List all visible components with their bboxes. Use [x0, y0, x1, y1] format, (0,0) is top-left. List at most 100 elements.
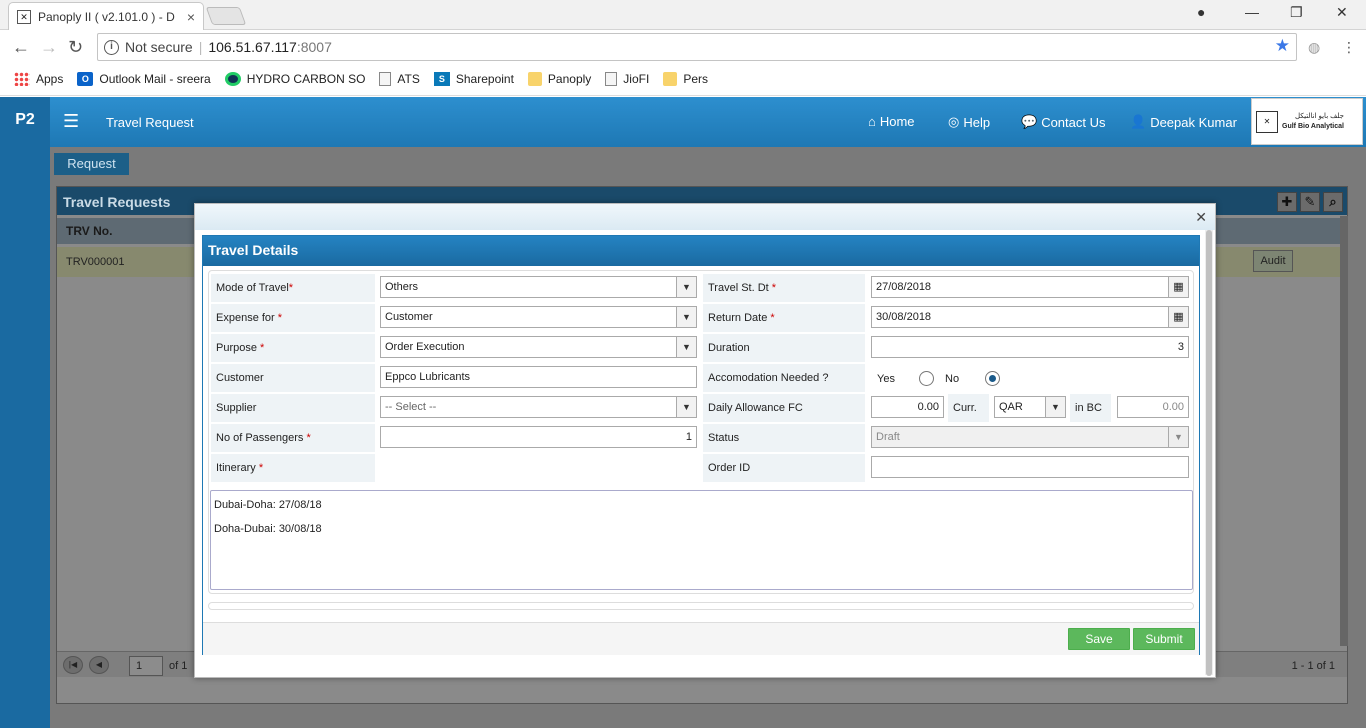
logo-arabic: جلف بايو انالتيكل: [1295, 112, 1344, 120]
chevron-down-icon[interactable]: ▼: [676, 277, 696, 297]
chevron-down-icon: ▼: [1168, 427, 1188, 447]
omnibar: ← → ↻ i Not secure | 106.51.67.117 :8007…: [0, 31, 1366, 63]
chevron-down-icon[interactable]: ▼: [676, 307, 696, 327]
bookmark-ats[interactable]: ATS: [379, 72, 420, 86]
bookmark-outlook[interactable]: O Outlook Mail - sreera: [77, 72, 211, 86]
nav-user-label: Deepak Kumar: [1150, 114, 1237, 130]
save-button[interactable]: Save: [1068, 628, 1130, 650]
new-tab-button[interactable]: [205, 7, 247, 25]
restore-icon[interactable]: ❐: [1290, 4, 1303, 21]
mode-label-text: Mode of Travel: [216, 282, 289, 294]
page-number-input[interactable]: 1: [129, 656, 163, 676]
chevron-down-icon[interactable]: ▼: [1045, 397, 1065, 417]
calendar-icon[interactable]: ▦: [1168, 307, 1188, 327]
bookmark-panoply[interactable]: Panoply: [527, 72, 592, 86]
company-logo: ✕ جلف بايو انالتيكل Gulf Bio Analytical: [1251, 98, 1363, 145]
duration-label: Duration: [703, 334, 865, 362]
chevron-down-icon[interactable]: ▼: [676, 337, 696, 357]
apps-icon: [14, 72, 30, 86]
grid-title-text: Travel Requests: [63, 194, 171, 210]
folder-icon: [663, 72, 678, 86]
menu-icon[interactable]: ⋮: [1342, 39, 1356, 56]
edit-icon[interactable]: ✎: [1300, 192, 1320, 212]
browser-tab[interactable]: ✕ Panoply II ( v2.101.0 ) - D ×: [8, 2, 204, 30]
bookmark-label: Outlook Mail - sreera: [99, 72, 211, 86]
supplier-select[interactable]: -- Select -- ▼: [380, 396, 697, 418]
chevron-down-icon[interactable]: ▼: [676, 397, 696, 417]
dialog-scroll-thumb[interactable]: [1206, 230, 1212, 676]
bookmark-label: Apps: [36, 72, 64, 86]
allowance-fc-input[interactable]: 0.00: [871, 396, 944, 418]
page-scrollbar[interactable]: [1340, 216, 1348, 646]
close-window-icon[interactable]: ✕: [1336, 4, 1348, 21]
prev-page-icon[interactable]: ◀: [89, 656, 109, 674]
reload-icon[interactable]: ↻: [68, 37, 83, 58]
info-icon[interactable]: i: [104, 39, 119, 55]
order-id-input[interactable]: [871, 456, 1189, 478]
return-date-input[interactable]: 30/08/2018 ▦: [871, 306, 1189, 328]
hamburger-menu-icon[interactable]: ☰: [63, 111, 79, 132]
start-date-value: 27/08/2018: [876, 281, 932, 293]
first-page-icon[interactable]: |◀: [63, 656, 83, 674]
bookmark-apps[interactable]: Apps: [14, 72, 63, 86]
nav-contact[interactable]: 💬 Contact Us: [1021, 114, 1106, 130]
expense-select[interactable]: Customer ▼: [380, 306, 697, 328]
bookmark-pers[interactable]: Pers: [663, 72, 708, 86]
grid-toolbar: ✚ ✎ ⌕: [1277, 192, 1343, 212]
file-icon: [605, 72, 618, 86]
help-icon: ◎: [948, 114, 960, 129]
submit-button[interactable]: Submit: [1133, 628, 1195, 650]
customer-input[interactable]: Eppco Lubricants: [380, 366, 697, 388]
security-label: Not secure: [125, 39, 193, 55]
profile-icon[interactable]: ●: [1197, 4, 1205, 20]
tab-request[interactable]: Request: [54, 153, 129, 175]
supplier-label: Supplier: [211, 394, 375, 422]
nav-help[interactable]: ◎ Help: [948, 114, 990, 130]
nav-home[interactable]: ⌂ Home: [868, 114, 915, 129]
nav-home-label: Home: [879, 114, 915, 129]
nav-help-label: Help: [963, 114, 991, 130]
forward-icon[interactable]: →: [40, 37, 58, 58]
travel-form: Mode of Travel* Expense for * Purpose * …: [208, 270, 1194, 594]
audit-button[interactable]: Audit: [1253, 250, 1293, 272]
bookmark-sharepoint[interactable]: S Sharepoint: [433, 72, 514, 86]
extension-icon[interactable]: ◍: [1308, 39, 1320, 56]
bookmark-jiofi[interactable]: JioFI: [605, 72, 649, 86]
file-icon: [379, 72, 392, 86]
currency-select[interactable]: QAR ▼: [994, 396, 1066, 418]
mode-select[interactable]: Others ▼: [380, 276, 697, 298]
calendar-icon[interactable]: ▦: [1168, 277, 1188, 297]
travel-details-panel: Travel Details Mode of Travel* Expense f…: [202, 235, 1200, 655]
browser-tab-title: Panoply II ( v2.101.0 ) - D: [38, 9, 175, 24]
bookmark-label: Panoply: [547, 72, 592, 86]
mode-label: Mode of Travel*: [211, 274, 375, 302]
back-icon[interactable]: ←: [12, 37, 30, 58]
duration-input[interactable]: 3: [871, 336, 1189, 358]
add-icon[interactable]: ✚: [1277, 192, 1297, 212]
expense-label: Expense for *: [211, 304, 375, 332]
record-count: 1 - 1 of 1: [1291, 660, 1335, 672]
nav-user[interactable]: 👤 Deepak Kumar: [1130, 114, 1237, 130]
minimize-icon[interactable]: —: [1245, 4, 1259, 20]
accommodation-yes-radio[interactable]: [919, 371, 934, 386]
currency-value: QAR: [999, 401, 1023, 413]
address-bar[interactable]: i Not secure | 106.51.67.117 :8007 ★: [97, 33, 1297, 61]
bookmark-star-icon[interactable]: ★: [1275, 36, 1290, 56]
folder-icon: [527, 72, 542, 86]
panoply-favicon-icon: ✕: [17, 9, 31, 24]
passengers-input[interactable]: 1: [380, 426, 697, 448]
bookmark-hydro[interactable]: HYDRO CARBON SO: [224, 72, 365, 86]
tab-close-icon[interactable]: ×: [187, 9, 195, 25]
close-icon[interactable]: ✕: [1195, 209, 1207, 226]
allowance-bc-input[interactable]: 0.00: [1117, 396, 1189, 418]
search-icon[interactable]: ⌕: [1323, 192, 1343, 212]
dialog-scrollbar[interactable]: [1205, 230, 1213, 676]
accommodation-no-radio[interactable]: [985, 371, 1000, 386]
itinerary-textarea[interactable]: Dubai-Doha: 27/08/18 Doha-Dubai: 30/08/1…: [210, 490, 1193, 590]
brand-logo[interactable]: P2: [0, 97, 50, 147]
expense-value: Customer: [385, 311, 433, 323]
bookmark-label: ATS: [397, 72, 420, 86]
browser-tabstrip: ✕ Panoply II ( v2.101.0 ) - D × ● — ❐ ✕: [0, 0, 1366, 30]
purpose-select[interactable]: Order Execution ▼: [380, 336, 697, 358]
start-date-input[interactable]: 27/08/2018 ▦: [871, 276, 1189, 298]
